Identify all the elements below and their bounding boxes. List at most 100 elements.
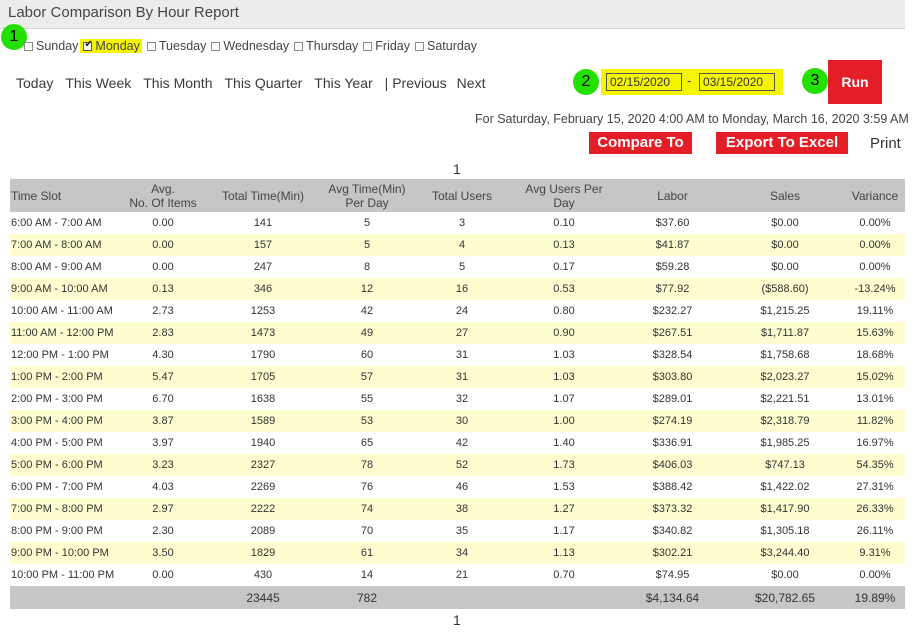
table-row: 6:00 AM - 7:00 AM 0.00 141 5 3 0.10 $37.60 $0.0… [10,212,905,234]
table-cell: 70 [360,525,374,537]
sunday-checkbox[interactable] [24,41,33,51]
total-cell: $4,134.64 [645,590,700,605]
range-this-month[interactable]: This Month [143,75,212,91]
table-cell: $373.32 [652,503,693,515]
table-cell: 38 [455,503,469,515]
table-cell: 1589 [250,415,276,427]
table-cell: 2089 [250,525,276,537]
table-cell: $2,318.79 [760,415,810,427]
report-period: For Saturday, February 15, 2020 4:00 AM … [475,112,909,126]
table-cell: 1473 [250,327,276,339]
range-today[interactable]: Today [16,75,53,91]
table-cell: 1.13 [553,547,575,559]
table-cell: 3 [458,217,466,229]
table-cell: 3.50 [152,547,174,559]
run-button[interactable]: Run [828,60,882,104]
end-date-input[interactable]: 03/15/2020 [699,73,775,91]
table-cell: 1.53 [553,481,575,493]
table-cell: 10:00 AM - 11:00 AM [11,305,113,317]
table-cell: 0.70 [553,569,575,581]
table-cell: 18.68% [856,349,894,361]
table-cell: 0.10 [553,217,575,229]
callout-badge-3: 3 [802,68,828,94]
export-to-excel-button[interactable]: Export To Excel [716,132,848,154]
range-this-quarter[interactable]: This Quarter [224,75,302,91]
compare-to-button[interactable]: Compare To [589,132,692,154]
table-cell: 2.83 [152,327,174,339]
table-cell: 3.97 [152,437,174,449]
table-cell: 57 [360,371,374,383]
day-tuesday[interactable]: Tuesday [146,39,207,53]
table-cell: $340.82 [652,525,693,537]
table-row: 12:00 PM - 1:00 PM 4.30 1790 60 31 1.03 $328.5… [10,344,905,366]
table-cell: $74.95 [655,569,690,581]
table-cell: 1:00 PM - 2:00 PM [11,371,103,383]
table-cell: 430 [253,569,273,581]
page-title: Labor Comparison By Hour Report [8,4,239,21]
table-cell: 2269 [250,481,276,493]
table-cell: 24 [455,305,469,317]
start-date-input[interactable]: 02/15/2020 [606,73,682,91]
saturday-checkbox[interactable] [415,41,425,51]
table-cell: 42 [360,305,374,317]
day-label: Tuesday [158,39,207,53]
totals-row: 23445 782 $4,134.64 $20,782.65 19.89% [10,586,905,609]
tuesday-checkbox[interactable] [146,41,156,51]
table-row: 7:00 PM - 8:00 PM 2.97 2222 74 38 1.27 $373.32… [10,498,905,520]
table-cell: $2,023.27 [760,371,810,383]
range-this-year[interactable]: This Year [314,75,372,91]
range-previous[interactable]: | Previous [385,75,447,91]
range-next[interactable]: Next [457,75,486,91]
table-row: 7:00 AM - 8:00 AM 0.00 157 5 4 0.13 $41.87 $0.0… [10,234,905,256]
monday-checkbox[interactable] [83,39,93,51]
thursday-checkbox[interactable] [294,41,304,51]
table-cell: 9:00 AM - 10:00 AM [11,283,108,295]
table-cell: 1638 [250,393,276,405]
table-cell: 5 [458,261,466,273]
table-cell: 53 [360,415,374,427]
range-this-week[interactable]: This Week [65,75,131,91]
page-number-top[interactable]: 1 [453,161,461,177]
day-friday[interactable]: Friday [363,39,410,53]
table-cell: 0.90 [553,327,575,339]
friday-checkbox[interactable] [363,41,373,51]
table-cell: 5 [363,217,371,229]
print-link[interactable]: Print [870,135,901,152]
table-cell: $1,422.02 [760,481,810,493]
day-monday[interactable]: Monday [80,39,142,53]
table-row: 1:00 PM - 2:00 PM 5.47 1705 57 31 1.03 $303.80… [10,366,905,388]
day-sunday[interactable]: Sunday [24,39,78,53]
table-cell: 5.47 [152,371,174,383]
title-bar: Labor Comparison By Hour Report [0,0,905,29]
table-cell: 1790 [250,349,276,361]
day-saturday[interactable]: Saturday [415,39,477,53]
total-cell [508,586,620,609]
table-cell: $406.03 [652,459,693,471]
table-cell: 3:00 PM - 4:00 PM [11,415,103,427]
table-cell: 10:00 PM - 11:00 PM [11,569,115,581]
table-cell: 0.53 [553,283,575,295]
table-cell: $1,985.25 [760,437,810,449]
table-cell: 1940 [250,437,276,449]
table-cell: 0.00 [152,239,174,251]
day-thursday[interactable]: Thursday [294,39,358,53]
table-cell: $0.00 [771,217,799,229]
day-label: Saturday [427,39,478,53]
col-header: Avg Time(Min) Per Day [328,181,406,210]
table-cell: 1829 [250,547,276,559]
total-cell: 23445 [246,590,280,605]
page-number-bottom[interactable]: 1 [453,612,461,628]
wednesday-checkbox[interactable] [211,41,221,51]
total-cell: 19.89% [854,590,896,605]
table-cell: $388.42 [652,481,693,493]
table-cell: $0.00 [771,569,799,581]
table-cell: 11:00 AM - 12:00 PM [11,327,114,339]
table-cell: $1,305.18 [760,525,810,537]
col-header: Sales [769,188,801,203]
table-cell: 49 [360,327,374,339]
day-wednesday[interactable]: Wednesday [211,39,289,53]
col-header: Avg Users Per Day [525,181,603,210]
table-cell: 30 [455,415,469,427]
table-cell: $747.13 [765,459,805,471]
table-row: 5:00 PM - 6:00 PM 3.23 2327 78 52 1.73 $406.03… [10,454,905,476]
